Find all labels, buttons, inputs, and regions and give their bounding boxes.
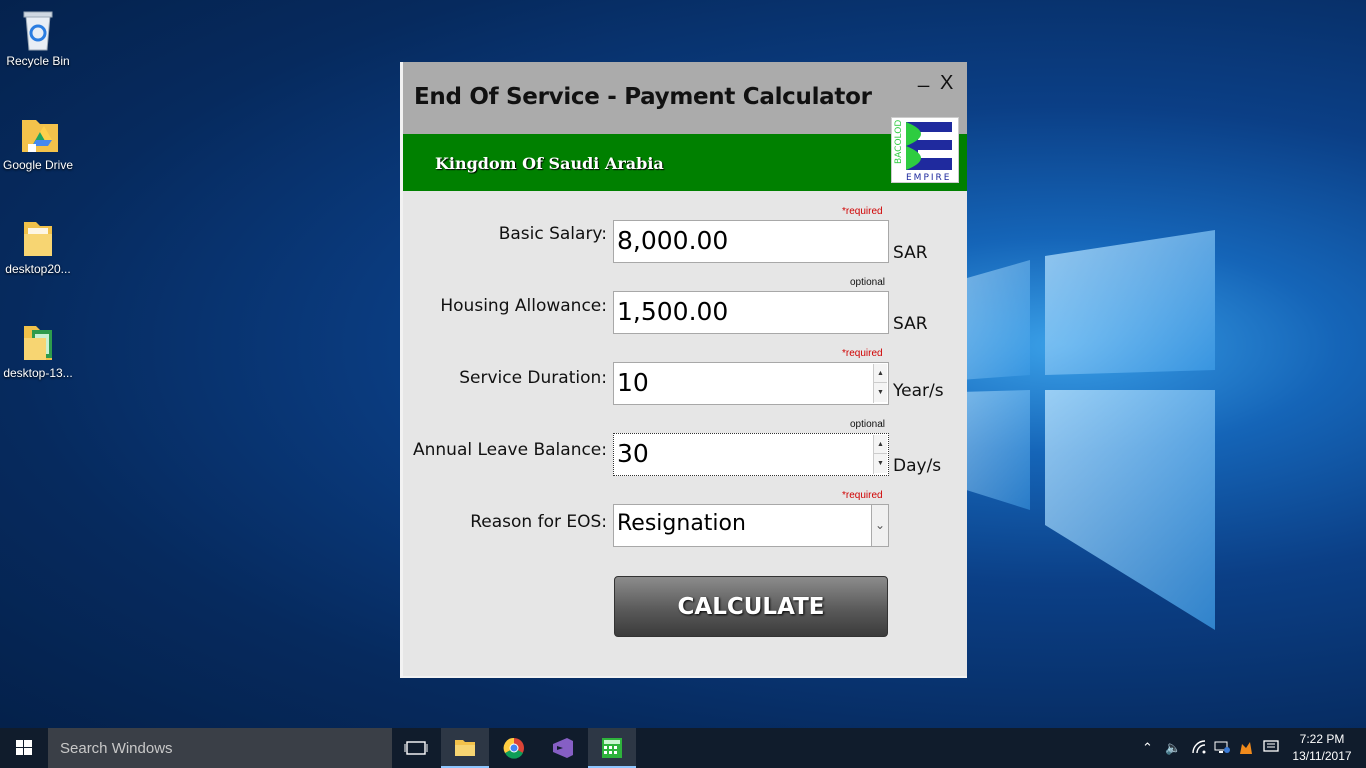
annual-leave-label: Annual Leave Balance: <box>413 440 607 460</box>
service-duration-label: Service Duration: <box>459 368 607 388</box>
task-view-button[interactable] <box>392 728 440 768</box>
desktop-icon-label: desktop20... <box>5 262 71 276</box>
recycle-bin-icon <box>18 8 58 51</box>
required-tag: *required <box>842 206 883 217</box>
volume-icon[interactable]: 🔈 <box>1165 740 1181 756</box>
spin-down-icon[interactable]: ▼ <box>874 454 887 473</box>
housing-allowance-label: Housing Allowance: <box>440 296 607 316</box>
annual-leave-value: 30 <box>617 439 649 468</box>
taskbar-calculator-app[interactable] <box>588 728 636 768</box>
bacolod-empire-logo: BACOLOD EMPIRE <box>891 117 959 183</box>
app-tray-icon[interactable] <box>1238 740 1254 759</box>
spin-down-icon[interactable]: ▼ <box>874 383 887 402</box>
visual-studio-icon <box>553 738 573 758</box>
eos-calculator-window: End Of Service - Payment Calculator _ X … <box>400 62 967 678</box>
annual-leave-stepper[interactable]: 30 ▲ ▼ <box>613 433 889 476</box>
title-bar[interactable]: End Of Service - Payment Calculator _ X <box>403 62 967 134</box>
leave-spinner[interactable]: ▲ ▼ <box>873 435 887 474</box>
desktop-icon-folder-1[interactable]: desktop20... <box>0 216 76 276</box>
housing-unit: SAR <box>893 314 928 334</box>
reason-label: Reason for EOS: <box>470 512 607 532</box>
svg-text:BACOLOD: BACOLOD <box>894 120 904 164</box>
desktop-icon-label: desktop-13... <box>3 366 73 380</box>
desktop-icon-recycle-bin[interactable]: Recycle Bin <box>0 8 76 68</box>
clock-time: 7:22 PM <box>1299 732 1345 746</box>
service-duration-value: 10 <box>617 368 649 397</box>
reason-dropdown[interactable]: Resignation ⌄ <box>613 504 889 547</box>
chevron-down-icon[interactable]: ⌄ <box>871 505 888 546</box>
desktop-icon-folder-2[interactable]: desktop-13... <box>0 320 76 380</box>
duration-unit: Year/s <box>893 381 944 401</box>
duration-spinner[interactable]: ▲ ▼ <box>873 364 887 403</box>
housing-allowance-input[interactable]: 1,500.00 <box>613 291 889 334</box>
basic-salary-value: 8,000.00 <box>617 226 729 255</box>
minimize-button[interactable]: _ <box>918 66 929 89</box>
required-tag: *required <box>842 348 883 359</box>
taskbar-chrome[interactable] <box>490 728 538 768</box>
svg-text:EMPIRE: EMPIRE <box>906 173 951 182</box>
taskbar-visual-studio[interactable] <box>539 728 587 768</box>
banner-text: Kingdom Of Saudi Arabia <box>435 154 664 173</box>
desktop-icon-label: Recycle Bin <box>6 54 70 68</box>
windows-start-icon <box>16 740 32 755</box>
clock-date: 13/11/2017 <box>1292 749 1352 763</box>
service-duration-stepper[interactable]: 10 ▲ ▼ <box>613 362 889 405</box>
start-button[interactable] <box>0 728 48 768</box>
file-explorer-icon <box>455 740 475 756</box>
leave-unit: Day/s <box>893 456 942 476</box>
folder-icon <box>18 320 58 362</box>
taskbar-search[interactable]: Search Windows <box>48 728 392 768</box>
country-banner: Kingdom Of Saudi Arabia <box>403 134 967 191</box>
folder-icon <box>18 216 58 258</box>
salary-unit: SAR <box>893 243 928 263</box>
spin-up-icon[interactable]: ▲ <box>874 364 887 383</box>
task-view-icon <box>404 741 428 755</box>
spin-up-icon[interactable]: ▲ <box>874 435 887 454</box>
window-title: End Of Service - Payment Calculator <box>414 84 872 110</box>
close-button[interactable]: X <box>940 72 953 95</box>
basic-salary-input[interactable]: 8,000.00 <box>613 220 889 263</box>
google-drive-icon <box>18 112 58 154</box>
chrome-icon <box>503 737 524 759</box>
basic-salary-label: Basic Salary: <box>498 224 607 244</box>
action-center-icon[interactable] <box>1263 740 1279 757</box>
optional-tag: optional <box>850 419 886 430</box>
wifi-icon[interactable] <box>1192 740 1206 757</box>
calculate-button[interactable]: CALCULATE <box>614 576 888 637</box>
desktop-icon-label: Google Drive <box>2 158 74 172</box>
calculator-icon <box>602 738 622 758</box>
taskbar-clock[interactable]: 7:22 PM 13/11/2017 <box>1290 731 1354 765</box>
optional-tag: optional <box>850 277 886 288</box>
network-icon[interactable] <box>1214 740 1230 757</box>
reason-value: Resignation <box>617 511 746 536</box>
taskbar: Search Windows ⌃ 🔈 7:22 PM 13/11/2017 <box>0 728 1366 768</box>
windows-logo-wallpaper <box>960 230 1215 630</box>
desktop-icon-google-drive[interactable]: Google Drive <box>0 112 76 172</box>
show-hidden-icons-icon[interactable]: ⌃ <box>1142 740 1153 756</box>
housing-allowance-value: 1,500.00 <box>617 297 729 326</box>
required-tag: *required <box>842 490 883 501</box>
taskbar-file-explorer[interactable] <box>441 728 489 768</box>
